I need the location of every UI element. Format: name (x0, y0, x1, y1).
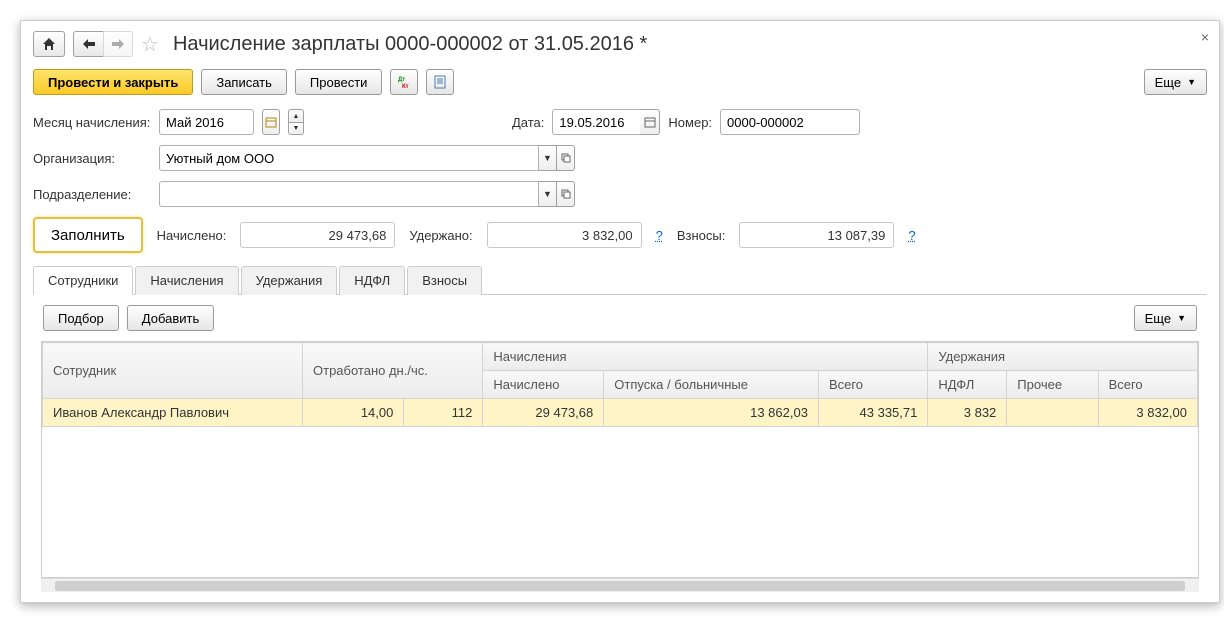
col-other[interactable]: Прочее (1007, 371, 1098, 399)
col-withhold-group[interactable]: Удержания (928, 343, 1198, 371)
titlebar: ☆ Начисление зарплаты 0000-000002 от 31.… (33, 31, 1207, 57)
col-vacation[interactable]: Отпуска / больничные (604, 371, 819, 399)
dep-input[interactable] (159, 181, 539, 207)
cell-other (1007, 399, 1098, 427)
dep-combo[interactable]: ▼ (159, 181, 575, 207)
dep-label: Подразделение: (33, 187, 151, 202)
calendar-icon (265, 116, 277, 128)
org-input[interactable] (159, 145, 539, 171)
svg-text:Дт: Дт (398, 77, 405, 83)
dropdown-icon[interactable]: ▼ (539, 181, 557, 207)
withheld-value: 3 832,00 (487, 222, 642, 248)
home-button[interactable] (33, 31, 65, 57)
open-icon[interactable] (557, 181, 575, 207)
employees-table: Сотрудник Отработано дн./чс. Начисления … (41, 341, 1199, 578)
more-button[interactable]: Еще ▼ (1144, 69, 1207, 95)
month-input[interactable] (159, 109, 254, 135)
accrued-label: Начислено: (157, 228, 227, 243)
calendar-icon (644, 116, 656, 128)
dropdown-icon[interactable]: ▼ (539, 145, 557, 171)
select-button[interactable]: Подбор (43, 305, 119, 331)
horizontal-scrollbar[interactable] (41, 578, 1199, 592)
caret-down-icon: ▼ (1187, 77, 1196, 87)
tab-withholdings[interactable]: Удержания (241, 266, 338, 295)
cell-vacation: 13 862,03 (604, 399, 819, 427)
month-label: Месяц начисления: (33, 115, 151, 130)
close-icon[interactable]: × (1201, 29, 1209, 45)
col-worked[interactable]: Отработано дн./чс. (303, 343, 483, 399)
add-button[interactable]: Добавить (127, 305, 214, 331)
col-total-wh[interactable]: Всего (1098, 371, 1197, 399)
report-button[interactable] (426, 69, 454, 95)
col-accruals-group[interactable]: Начисления (483, 343, 928, 371)
org-combo[interactable]: ▼ (159, 145, 575, 171)
withheld-label: Удержано: (409, 228, 472, 243)
help-link[interactable]: ? (656, 228, 663, 243)
col-employee[interactable]: Сотрудник (43, 343, 303, 399)
tab-accruals[interactable]: Начисления (135, 266, 238, 295)
contrib-label: Взносы: (677, 228, 726, 243)
tab-employees[interactable]: Сотрудники (33, 266, 133, 295)
forward-button (103, 31, 133, 57)
cell-ndfl: 3 832 (928, 399, 1007, 427)
cell-total-wh: 3 832,00 (1098, 399, 1197, 427)
cell-hours: 112 (404, 399, 483, 427)
caret-down-icon: ▼ (1177, 313, 1186, 323)
save-button[interactable]: Записать (201, 69, 287, 95)
post-button[interactable]: Провести (295, 69, 383, 95)
date-label: Дата: (512, 115, 544, 130)
tab-contrib[interactable]: Взносы (407, 266, 482, 295)
window-title: Начисление зарплаты 0000-000002 от 31.05… (173, 33, 647, 56)
arrow-left-icon (83, 39, 95, 49)
month-picker-button[interactable] (262, 109, 280, 135)
tab-more-button[interactable]: Еще ▼ (1134, 305, 1197, 331)
cell-accrued: 29 473,68 (483, 399, 604, 427)
cell-total-acc: 43 335,71 (818, 399, 927, 427)
org-label: Организация: (33, 151, 151, 166)
col-accrued[interactable]: Начислено (483, 371, 604, 399)
date-picker-button[interactable] (640, 109, 660, 135)
more-label: Еще (1145, 311, 1171, 326)
svg-text:Кт: Кт (402, 84, 409, 89)
tab-ndfl[interactable]: НДФЛ (339, 266, 405, 295)
star-icon[interactable]: ☆ (141, 32, 159, 57)
accrued-value: 29 473,68 (240, 222, 395, 248)
col-total-acc[interactable]: Всего (818, 371, 927, 399)
fill-button[interactable]: Заполнить (33, 217, 143, 253)
document-icon (433, 75, 447, 89)
number-input[interactable] (720, 109, 860, 135)
month-spinner[interactable]: ▲ ▼ (288, 109, 304, 135)
col-ndfl[interactable]: НДФЛ (928, 371, 1007, 399)
dtkt-button[interactable]: Дт Кт (390, 69, 418, 95)
number-label: Номер: (668, 115, 712, 130)
help-link[interactable]: ? (908, 228, 915, 243)
spinner-up-icon[interactable]: ▲ (288, 109, 304, 122)
cell-days: 14,00 (303, 399, 404, 427)
post-and-close-button[interactable]: Провести и закрыть (33, 69, 193, 95)
back-button[interactable] (73, 31, 103, 57)
toolbar: Провести и закрыть Записать Провести Дт … (33, 69, 1207, 95)
spinner-down-icon[interactable]: ▼ (288, 122, 304, 135)
contrib-value: 13 087,39 (739, 222, 894, 248)
more-label: Еще (1155, 75, 1181, 90)
arrow-right-icon (112, 39, 124, 49)
tabs: Сотрудники Начисления Удержания НДФЛ Взн… (33, 265, 1207, 295)
home-icon (42, 37, 56, 51)
open-icon[interactable] (557, 145, 575, 171)
table-row[interactable]: Иванов Александр Павлович 14,00 112 29 4… (43, 399, 1198, 427)
dtkt-icon: Дт Кт (397, 75, 411, 89)
cell-employee: Иванов Александр Павлович (43, 399, 303, 427)
date-input[interactable] (552, 109, 644, 135)
